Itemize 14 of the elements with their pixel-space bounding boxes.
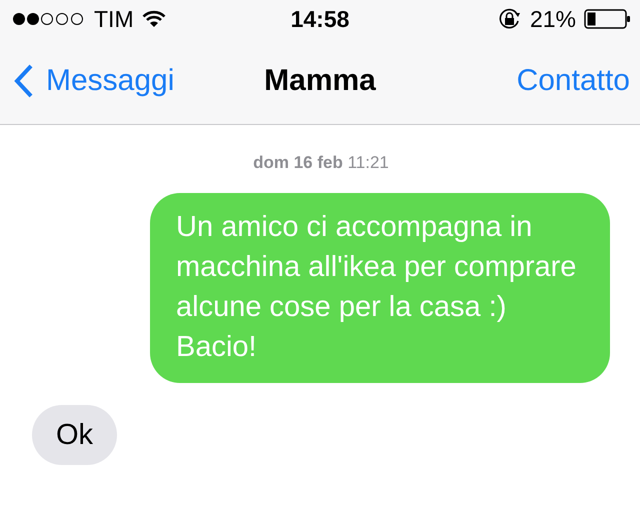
battery-percent: 21% — [530, 6, 576, 32]
contact-button[interactable]: Contatto — [516, 64, 630, 98]
chevron-left-icon — [14, 64, 34, 98]
battery-icon — [584, 9, 630, 29]
signal-icon — [12, 12, 86, 26]
received-message-bubble: Ok — [32, 405, 118, 465]
carrier-name: TIM — [94, 6, 134, 32]
clock-time: 14:58 — [290, 6, 350, 32]
contact-name: Mamma — [264, 64, 376, 98]
sent-message-bubble: Un amico ci accompagna in macchina all'ikea per comprare alcune cose per la casa :) Bacio! — [150, 193, 610, 383]
message-timestamp: dom 16 feb 11:21 — [252, 153, 390, 173]
back-button[interactable]: Messaggi — [14, 64, 174, 98]
rotation-lock-icon — [498, 8, 522, 30]
wifi-icon — [142, 10, 166, 28]
